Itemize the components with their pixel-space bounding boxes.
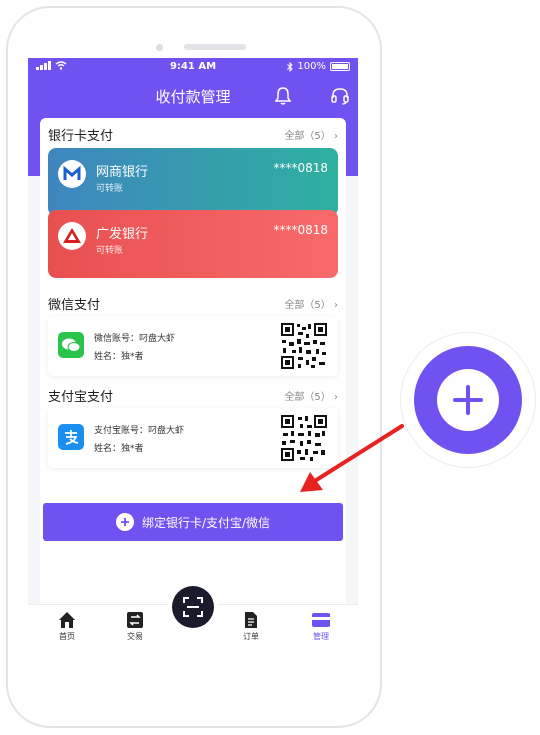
bank-card-number: ****0818 [273,223,328,237]
support-button[interactable] [330,86,350,110]
alipay-view-all-link[interactable]: 全部（5） › [284,388,338,403]
alipay-section-title: 支付宝支付 [48,390,114,405]
bank-card-status: 可转账 [96,184,124,194]
scan-button[interactable] [172,586,214,628]
bank-more-label: 全部（5） [284,131,331,142]
tab-trade-label: 交易 [127,632,143,641]
add-button-circle [414,346,522,454]
wechat-account-item[interactable]: 微信账号：叼盘大虾 姓名：独*者 [48,316,338,376]
tab-orders[interactable]: 订单 [226,611,276,642]
status-bar: 9:41 AM 100% [28,58,358,78]
bank-logo-icon [58,222,86,250]
chevron-right-icon: › [334,300,338,311]
bind-button-label: 绑定银行卡/支付宝/微信 [141,515,271,530]
alipay-icon [58,424,84,450]
pointer-arrow-icon [300,424,404,492]
notification-button[interactable] [274,86,292,110]
wechat-icon [58,332,84,358]
bluetooth-icon [287,61,294,72]
qr-code-icon[interactable] [280,322,328,370]
alipay-account: 支付宝账号：叼盘大虾 [94,426,185,436]
chevron-right-icon: › [334,131,338,142]
bank-view-all-link[interactable]: 全部（5） › [284,127,338,142]
tab-home-label: 首页 [59,632,75,641]
add-button-callout[interactable] [400,332,536,468]
main-content-card: 银行卡支付 全部（5） › 网商银行 可转账 ****0818 广发银行 可转账… [40,118,346,623]
speaker-grille [184,44,246,50]
bank-name: 广发银行 [96,227,149,242]
wechat-section-title: 微信支付 [48,298,101,313]
bell-icon [274,87,292,105]
bank-card-number: ****0818 [273,161,328,175]
bank-card-guangfa[interactable]: 广发银行 可转账 ****0818 [48,210,338,278]
app-screen: 9:41 AM 100% 收付款管理 银行卡支付 全部（5） › 网商银行 可转… [28,58,358,654]
card-icon [312,613,330,627]
bind-account-button[interactable]: 绑定银行卡/支付宝/微信 [43,503,343,541]
battery-icon [330,62,350,71]
tab-trade[interactable]: 交易 [110,611,160,642]
page-title: 收付款管理 [155,88,231,106]
home-icon [59,612,75,628]
wechat-more-label: 全部（5） [284,300,331,311]
bank-card-wangshang[interactable]: 网商银行 可转账 ****0818 [48,148,338,216]
bank-logo-icon [58,160,86,188]
exchange-icon [127,612,143,628]
tab-orders-label: 订单 [243,632,259,641]
alipay-more-label: 全部（5） [284,392,331,403]
alipay-holder-name: 姓名：独*者 [94,444,144,454]
wechat-view-all-link[interactable]: 全部（5） › [284,296,338,311]
document-icon [245,612,257,628]
headset-icon [331,88,349,105]
tab-manage[interactable]: 管理 [296,611,346,642]
wechat-holder-name: 姓名：独*者 [94,352,144,362]
plus-icon [115,513,134,531]
tab-manage-label: 管理 [313,632,329,641]
status-right: 100% [287,61,350,72]
tab-home[interactable]: 首页 [42,611,92,642]
battery-percent: 100% [297,61,326,72]
front-camera [156,44,163,51]
bank-card-status: 可转账 [96,246,124,256]
bank-name: 网商银行 [96,165,149,180]
bank-section-title: 银行卡支付 [48,129,114,144]
scan-icon [183,597,203,617]
wechat-account: 微信账号：叼盘大虾 [94,334,176,344]
chevron-right-icon: › [334,392,338,403]
plus-icon [437,369,499,431]
